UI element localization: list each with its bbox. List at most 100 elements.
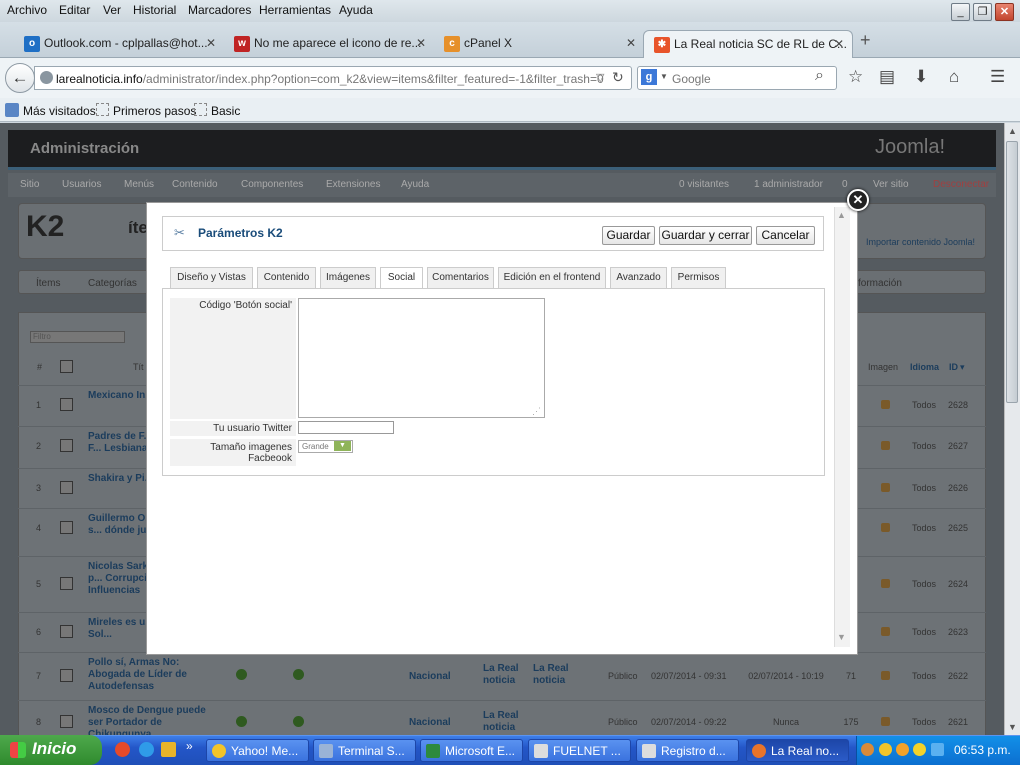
subnav-categories[interactable]: Categorías (88, 278, 137, 289)
taskbar-fuelnet[interactable]: FUELNET ... (528, 739, 631, 762)
tab-diseno-vistas[interactable]: Diseño y Vistas (170, 267, 253, 288)
new-tab-icon[interactable]: + (860, 30, 871, 51)
menu-ayuda[interactable]: Ayuda (339, 3, 373, 17)
more-quicklaunch-icon[interactable]: » (186, 739, 193, 753)
modal-scrollbar[interactable] (834, 207, 850, 647)
menu-editar[interactable]: Editar (59, 3, 90, 17)
social-code-textarea[interactable] (298, 298, 545, 418)
twitter-username-input[interactable] (298, 421, 394, 434)
menu-historial[interactable]: Historial (133, 3, 176, 17)
taskbar-yahoo[interactable]: Yahoo! Me... (206, 739, 309, 762)
tab-larealnoticia[interactable]: ✱ La Real noticia SC de RL de C... ✕ (643, 30, 853, 58)
close-icon[interactable]: ✕ (416, 36, 426, 50)
modal-close-icon[interactable]: ✕ (847, 189, 869, 211)
download-icon[interactable]: ⬇ (914, 67, 928, 87)
scroll-up-icon[interactable]: ▲ (1008, 126, 1017, 136)
cancel-button[interactable]: Cancelar (756, 226, 815, 245)
row-category[interactable]: Nacional (409, 717, 451, 728)
save-button[interactable]: Guardar (602, 226, 655, 245)
network-icon[interactable] (931, 743, 944, 756)
admin-menu-ayuda[interactable]: Ayuda (401, 179, 429, 190)
tray-icon[interactable] (879, 743, 892, 756)
row-checkbox[interactable] (60, 439, 73, 452)
tab-edicion-frontend[interactable]: Edición en el frontend (498, 267, 606, 288)
tab-contenido[interactable]: Contenido (257, 267, 316, 288)
tab-outlook[interactable]: o Outlook.com - cplpallas@hot... ✕ (14, 30, 224, 58)
bookmarks-list-icon[interactable]: ▤ (879, 67, 895, 87)
admin-menu-extensiones[interactable]: Extensiones (326, 179, 380, 190)
tab-social[interactable]: Social (380, 267, 423, 289)
admin-menu-usuarios[interactable]: Usuarios (62, 179, 101, 190)
filter-input[interactable]: Filtro (30, 331, 125, 343)
chevron-down-icon[interactable]: ▼ (660, 72, 668, 81)
scroll-down-icon[interactable]: ▼ (837, 632, 846, 642)
taskbar-registro[interactable]: Registro d... (636, 739, 739, 762)
row-checkbox[interactable] (60, 398, 73, 411)
tab-forum[interactable]: w No me aparece el icono de re... ✕ (224, 30, 434, 58)
resize-grip-icon[interactable]: ⋰ (532, 406, 541, 417)
close-icon[interactable]: ✕ (206, 36, 216, 50)
google-icon[interactable]: g (641, 69, 657, 85)
close-icon[interactable]: ✕ (626, 36, 636, 50)
view-site-link[interactable]: Ver sitio (873, 179, 909, 190)
published-check-icon[interactable] (236, 669, 247, 680)
tab-comentarios[interactable]: Comentarios (427, 267, 494, 288)
row-checkbox[interactable] (60, 521, 73, 534)
save-close-button[interactable]: Guardar y cerrar (659, 226, 752, 245)
taskbar-excel[interactable]: Microsoft E... (420, 739, 523, 762)
tab-imagenes[interactable]: Imágenes (320, 267, 376, 288)
close-icon[interactable]: ✕ (834, 37, 844, 51)
row-checkbox[interactable] (60, 669, 73, 682)
bookmark-mas-visitados[interactable]: Más visitados (23, 104, 96, 118)
minimize-button[interactable]: _ (951, 3, 970, 21)
back-arrow-icon[interactable]: ← (5, 63, 35, 93)
hamburger-menu-icon[interactable]: ☰ (990, 67, 1005, 87)
row-title[interactable]: Pollo sí, Armas No: Abogada de Líder de … (88, 657, 218, 693)
taskbar-firefox[interactable]: La Real no... (746, 739, 849, 762)
dropdown-arrow-icon[interactable]: ▽ (596, 71, 604, 84)
ie-icon[interactable] (139, 742, 154, 757)
admin-menu-contenido[interactable]: Contenido (172, 179, 218, 190)
window-close-button[interactable]: ✕ (995, 3, 1014, 21)
featured-check-icon[interactable] (293, 716, 304, 727)
chrome-icon[interactable] (115, 742, 130, 757)
tray-icon[interactable] (896, 743, 909, 756)
restore-button[interactable]: ❐ (973, 3, 992, 21)
tray-icon[interactable] (913, 743, 926, 756)
tab-cpanel[interactable]: c cPanel X ✕ (434, 30, 644, 58)
search-icon[interactable]: ⌕ (815, 67, 824, 85)
row-modified-by[interactable]: La Real noticia (533, 663, 593, 687)
row-checkbox[interactable] (60, 577, 73, 590)
row-checkbox[interactable] (60, 625, 73, 638)
published-check-icon[interactable] (236, 716, 247, 727)
tab-avanzado[interactable]: Avanzado (610, 267, 667, 288)
menu-archivo[interactable]: Archivo (7, 3, 47, 17)
sort-icon[interactable]: ▾ (960, 362, 965, 373)
row-category[interactable]: Nacional (409, 671, 451, 682)
row-author[interactable]: La Real noticia (483, 710, 543, 734)
import-joomla-button[interactable]: Importar contenido Joomla! (866, 237, 975, 247)
reload-icon[interactable]: ↻ (612, 69, 624, 86)
outlook-quicklaunch-icon[interactable] (161, 742, 176, 757)
tray-arrow-icon[interactable] (861, 743, 874, 756)
admin-menu-menus[interactable]: Menús (124, 179, 154, 190)
scroll-up-icon[interactable]: ▲ (837, 210, 846, 220)
page-scrollbar-thumb[interactable] (1006, 141, 1018, 403)
home-icon[interactable]: ⌂ (949, 67, 959, 87)
menu-ver[interactable]: Ver (103, 3, 121, 17)
row-checkbox[interactable] (60, 715, 73, 728)
select-all-checkbox[interactable] (60, 360, 73, 373)
url-text[interactable]: larealnoticia.info/administrator/index.p… (56, 72, 604, 86)
bookmark-basic[interactable]: Basic (211, 104, 240, 118)
bookmark-star-icon[interactable]: ☆ (848, 67, 863, 87)
col-id[interactable]: ID (949, 362, 958, 372)
subnav-information[interactable]: formación (858, 278, 902, 289)
admin-menu-componentes[interactable]: Componentes (241, 179, 303, 190)
search-input[interactable]: Google (672, 72, 711, 86)
scroll-down-icon[interactable]: ▼ (1008, 722, 1017, 732)
menu-marcadores[interactable]: Marcadores (188, 3, 251, 17)
row-checkbox[interactable] (60, 481, 73, 494)
col-title[interactable]: Tít (133, 362, 144, 372)
menu-herramientas[interactable]: Herramientas (259, 3, 331, 17)
admin-menu-sitio[interactable]: Sitio (20, 179, 39, 190)
